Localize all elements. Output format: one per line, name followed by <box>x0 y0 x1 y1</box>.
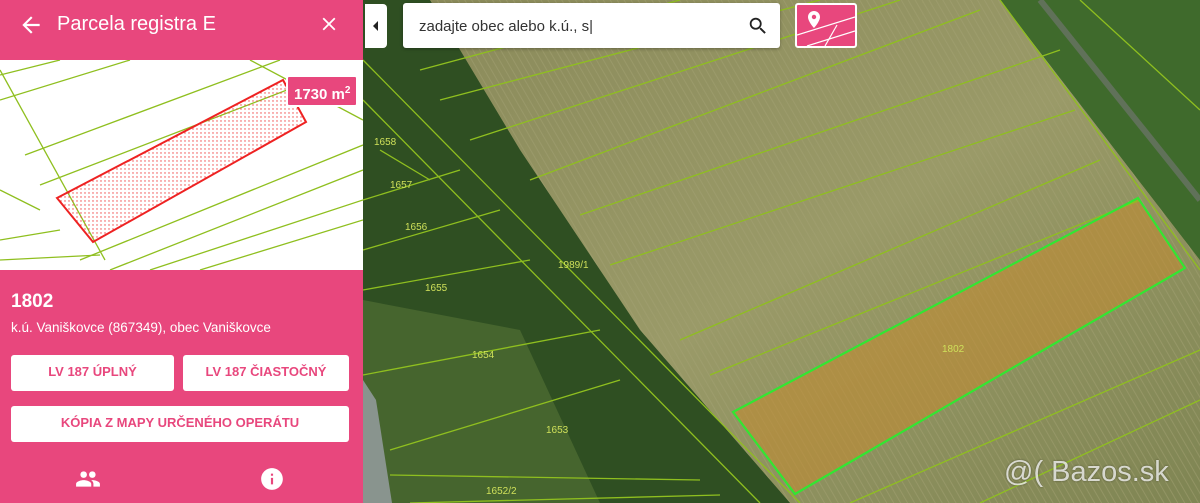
parcel-description: k.ú. Vaniškovce (867349), obec Vaniškovc… <box>11 320 271 335</box>
map-label: 1656 <box>405 222 428 233</box>
parcel-number: 1802 <box>11 291 54 312</box>
map-label: 1652/2 <box>486 486 517 497</box>
parcel-locate-button[interactable] <box>795 3 857 48</box>
map-label: 1655 <box>425 283 448 294</box>
map-label: 1802 <box>942 344 965 355</box>
watermark: @( Bazos.sk <box>1004 456 1169 488</box>
parcel-panel: Parcela registra E 1730 m2 1802 k.ú. Van… <box>0 0 363 503</box>
close-icon[interactable] <box>318 13 340 35</box>
area-badge: 1730 m2 <box>286 75 359 107</box>
lv-partial-button[interactable]: LV 187 ČIASTOČNÝ <box>183 355 349 391</box>
chevron-left-icon <box>373 21 378 31</box>
map-label: 1653 <box>546 425 569 436</box>
map-label: 1658 <box>374 137 397 148</box>
map-label: 1657 <box>390 180 413 191</box>
map-copy-button[interactable]: KÓPIA Z MAPY URČENÉHO OPERÁTU <box>11 406 349 442</box>
map-label: 1989/1 <box>558 260 589 271</box>
people-icon[interactable] <box>75 466 101 492</box>
panel-title: Parcela registra E <box>57 13 216 35</box>
arrow-back-icon[interactable] <box>18 12 44 38</box>
panel-header: Parcela registra E <box>0 0 363 52</box>
collapse-panel-button[interactable] <box>365 4 387 48</box>
map-pin-icon <box>797 11 855 46</box>
search-input[interactable] <box>417 14 741 38</box>
map-label: 1654 <box>472 350 495 361</box>
info-icon[interactable] <box>259 466 285 492</box>
lv-full-button[interactable]: LV 187 ÚPLNÝ <box>11 355 174 391</box>
search-box <box>403 3 780 48</box>
search-icon[interactable] <box>747 15 769 37</box>
